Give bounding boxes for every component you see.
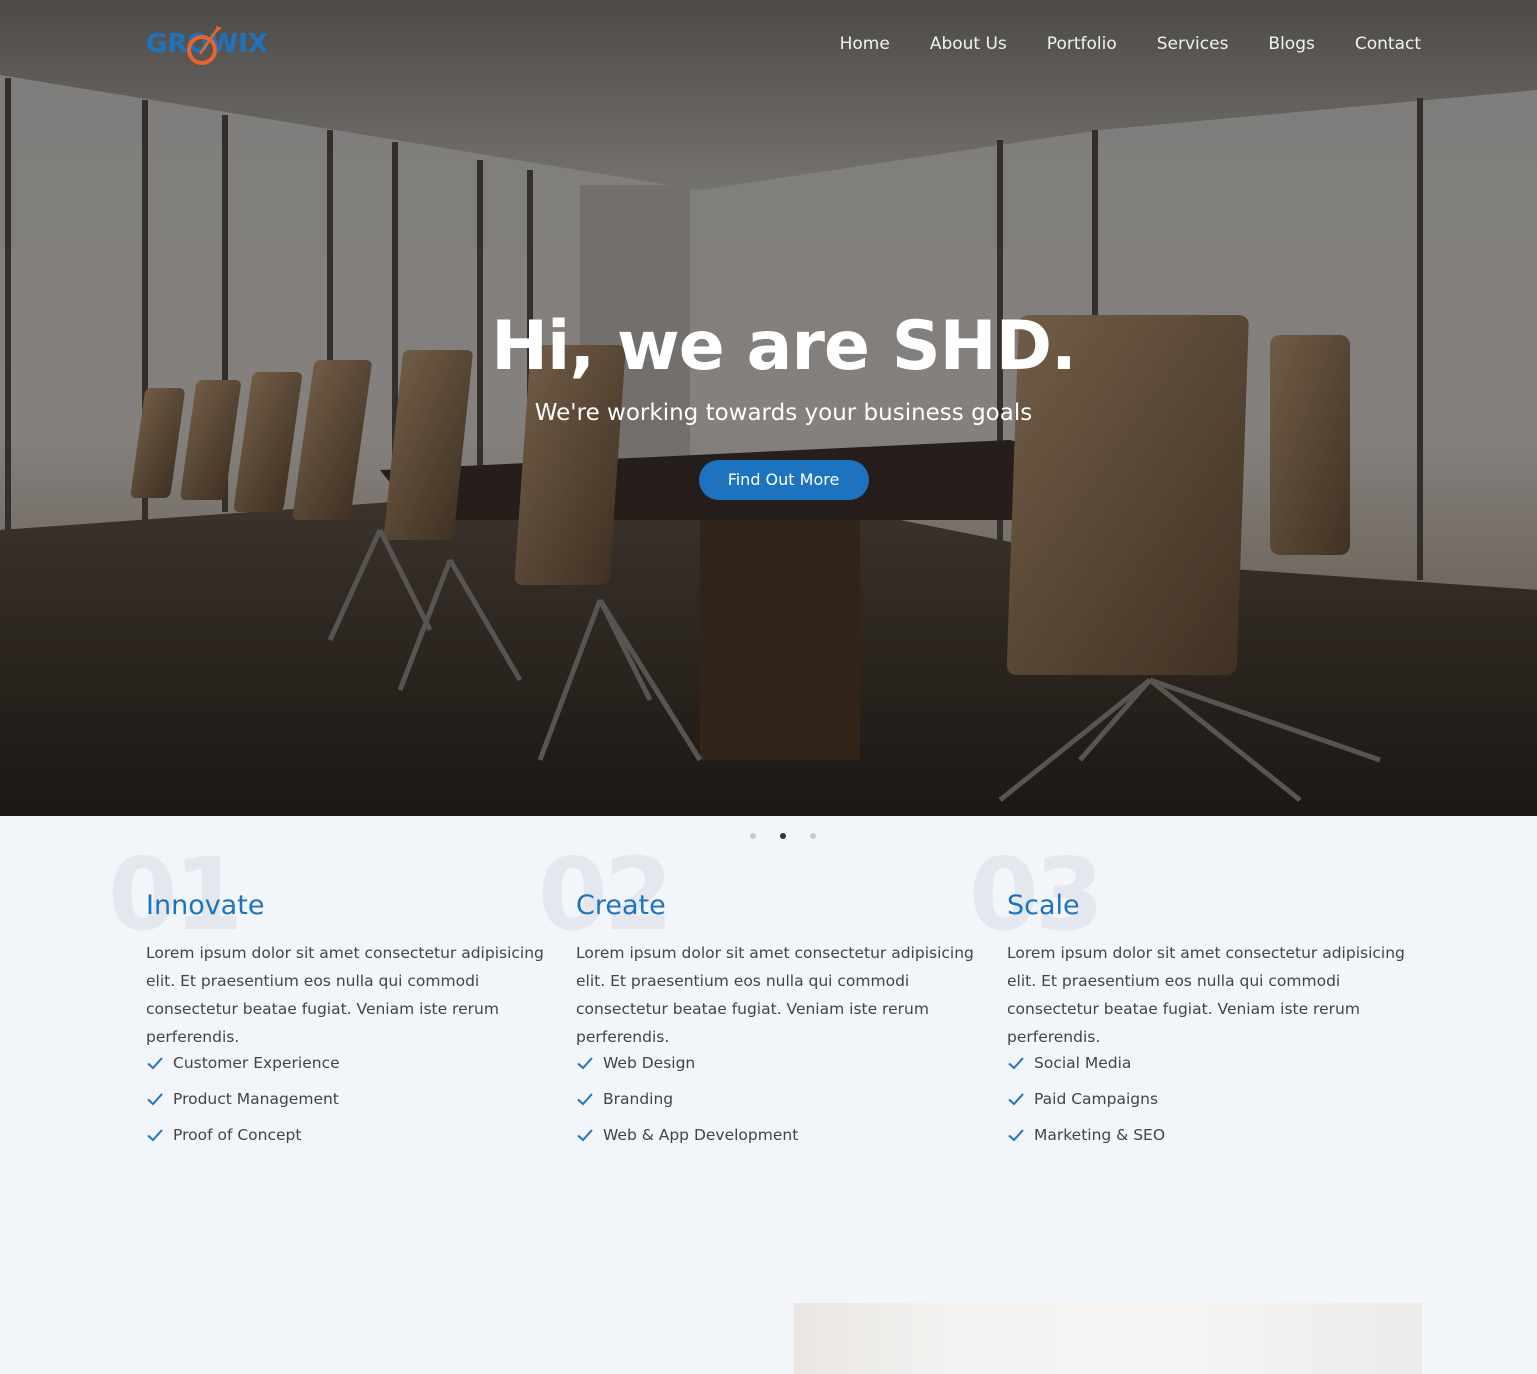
check-icon bbox=[577, 1057, 593, 1070]
check-icon bbox=[577, 1093, 593, 1106]
list-item: Web & App Development bbox=[576, 1117, 798, 1153]
nav-contact[interactable]: Contact bbox=[1355, 32, 1421, 56]
hero-title: Hi, we are SHD. bbox=[491, 307, 1077, 386]
nav-about-us[interactable]: About Us bbox=[930, 32, 1007, 56]
list-item: Branding bbox=[576, 1081, 798, 1117]
check-icon bbox=[147, 1129, 163, 1142]
feature-title: Innovate bbox=[146, 890, 265, 921]
feature-text: Lorem ipsum dolor sit amet consectetur a… bbox=[1007, 944, 1405, 1046]
list-item: Proof of Concept bbox=[146, 1117, 340, 1153]
list-item: Marketing & SEO bbox=[1007, 1117, 1165, 1153]
check-icon bbox=[1008, 1057, 1024, 1070]
hero-section: GROWIX Home About Us Portfolio Services … bbox=[0, 0, 1537, 816]
find-out-more-button[interactable]: Find Out More bbox=[698, 460, 869, 500]
check-icon bbox=[1008, 1093, 1024, 1106]
hero-subtitle: We're working towards your business goal… bbox=[534, 400, 1033, 426]
list-item: Paid Campaigns bbox=[1007, 1081, 1165, 1117]
carousel-indicators bbox=[750, 833, 816, 839]
carousel-dot-3[interactable] bbox=[810, 833, 816, 839]
nav-blogs[interactable]: Blogs bbox=[1268, 32, 1314, 56]
feature-title: Create bbox=[576, 890, 666, 921]
carousel-dot-2[interactable] bbox=[780, 833, 786, 839]
check-icon bbox=[1008, 1129, 1024, 1142]
feature-list: Web Design Branding Web & App Developmen… bbox=[576, 1045, 798, 1153]
about-image bbox=[794, 1303, 1422, 1374]
brand-logo[interactable]: GROWIX bbox=[146, 26, 268, 66]
list-item: Social Media bbox=[1007, 1045, 1165, 1081]
logo-swoosh-icon bbox=[187, 26, 222, 65]
check-icon bbox=[147, 1057, 163, 1070]
list-item: Product Management bbox=[146, 1081, 340, 1117]
nav-home[interactable]: Home bbox=[840, 32, 890, 56]
nav-services[interactable]: Services bbox=[1157, 32, 1229, 56]
feature-list: Social Media Paid Campaigns Marketing & … bbox=[1007, 1045, 1165, 1153]
carousel-dot-1[interactable] bbox=[750, 833, 756, 839]
nav-portfolio[interactable]: Portfolio bbox=[1047, 32, 1117, 56]
feature-list: Customer Experience Product Management P… bbox=[146, 1045, 340, 1153]
feature-text: Lorem ipsum dolor sit amet consectetur a… bbox=[576, 944, 974, 1046]
check-icon bbox=[147, 1093, 163, 1106]
list-item: Web Design bbox=[576, 1045, 798, 1081]
feature-text: Lorem ipsum dolor sit amet consectetur a… bbox=[146, 944, 544, 1046]
feature-title: Scale bbox=[1007, 890, 1080, 921]
main-nav: Home About Us Portfolio Services Blogs C… bbox=[840, 32, 1421, 56]
hero-content: Hi, we are SHD. We're working towards yo… bbox=[0, 304, 1537, 500]
navbar: GROWIX Home About Us Portfolio Services … bbox=[0, 0, 1537, 90]
list-item: Customer Experience bbox=[146, 1045, 340, 1081]
check-icon bbox=[577, 1129, 593, 1142]
